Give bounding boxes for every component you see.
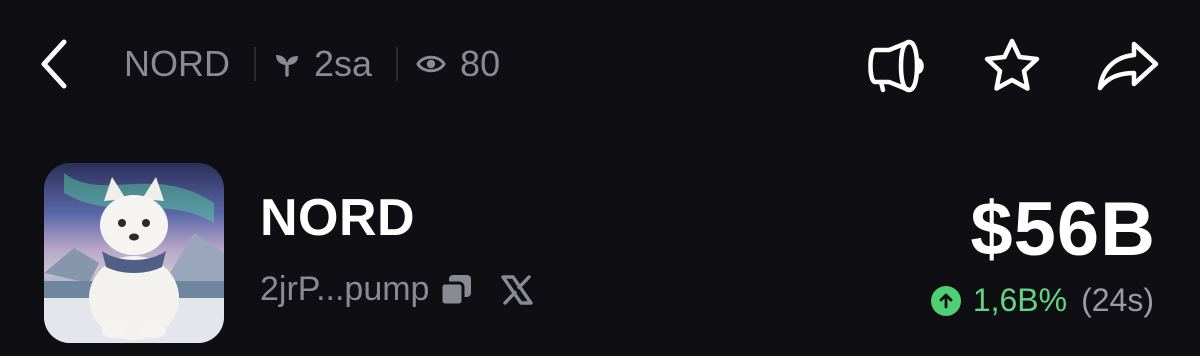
market-cap-value: $56B	[970, 187, 1156, 272]
copy-icon[interactable]	[439, 273, 473, 307]
token-meta-breadcrumb: NORD 2sa 80	[124, 40, 500, 88]
share-button[interactable]	[1096, 34, 1160, 98]
age-indicator: 2sa	[274, 43, 372, 85]
contract-address[interactable]: 2jrP...pump	[260, 270, 429, 309]
favorite-button[interactable]	[980, 34, 1044, 98]
top-bar: NORD 2sa 80	[0, 0, 1200, 130]
divider	[254, 47, 256, 81]
token-avatar	[44, 163, 224, 343]
star-icon	[984, 38, 1040, 91]
share-arrow-icon	[1097, 41, 1159, 91]
token-name: NORD	[260, 189, 416, 247]
change-period: (24s)	[1081, 282, 1154, 318]
arrow-up-circle-icon	[930, 285, 961, 316]
sprout-icon	[274, 51, 300, 77]
views-count: 80	[460, 43, 501, 84]
eye-icon	[416, 53, 446, 75]
announce-button[interactable]	[864, 34, 928, 98]
header-actions	[864, 34, 1160, 98]
token-label: NORD	[124, 43, 230, 84]
price-change-row: 1,6B% (24s)	[930, 282, 1154, 319]
age-value: 2sa	[314, 43, 373, 84]
token-address-row: 2jrP...pump	[260, 270, 534, 309]
x-logo-icon[interactable]	[501, 274, 534, 305]
back-button[interactable]	[34, 36, 78, 92]
price-change-value: 1,6B%	[972, 282, 1068, 318]
views-indicator: 80	[416, 43, 500, 85]
divider	[396, 47, 399, 81]
megaphone-icon	[868, 39, 924, 93]
chevron-left-icon	[41, 39, 67, 89]
token-avatar-image	[44, 173, 224, 343]
